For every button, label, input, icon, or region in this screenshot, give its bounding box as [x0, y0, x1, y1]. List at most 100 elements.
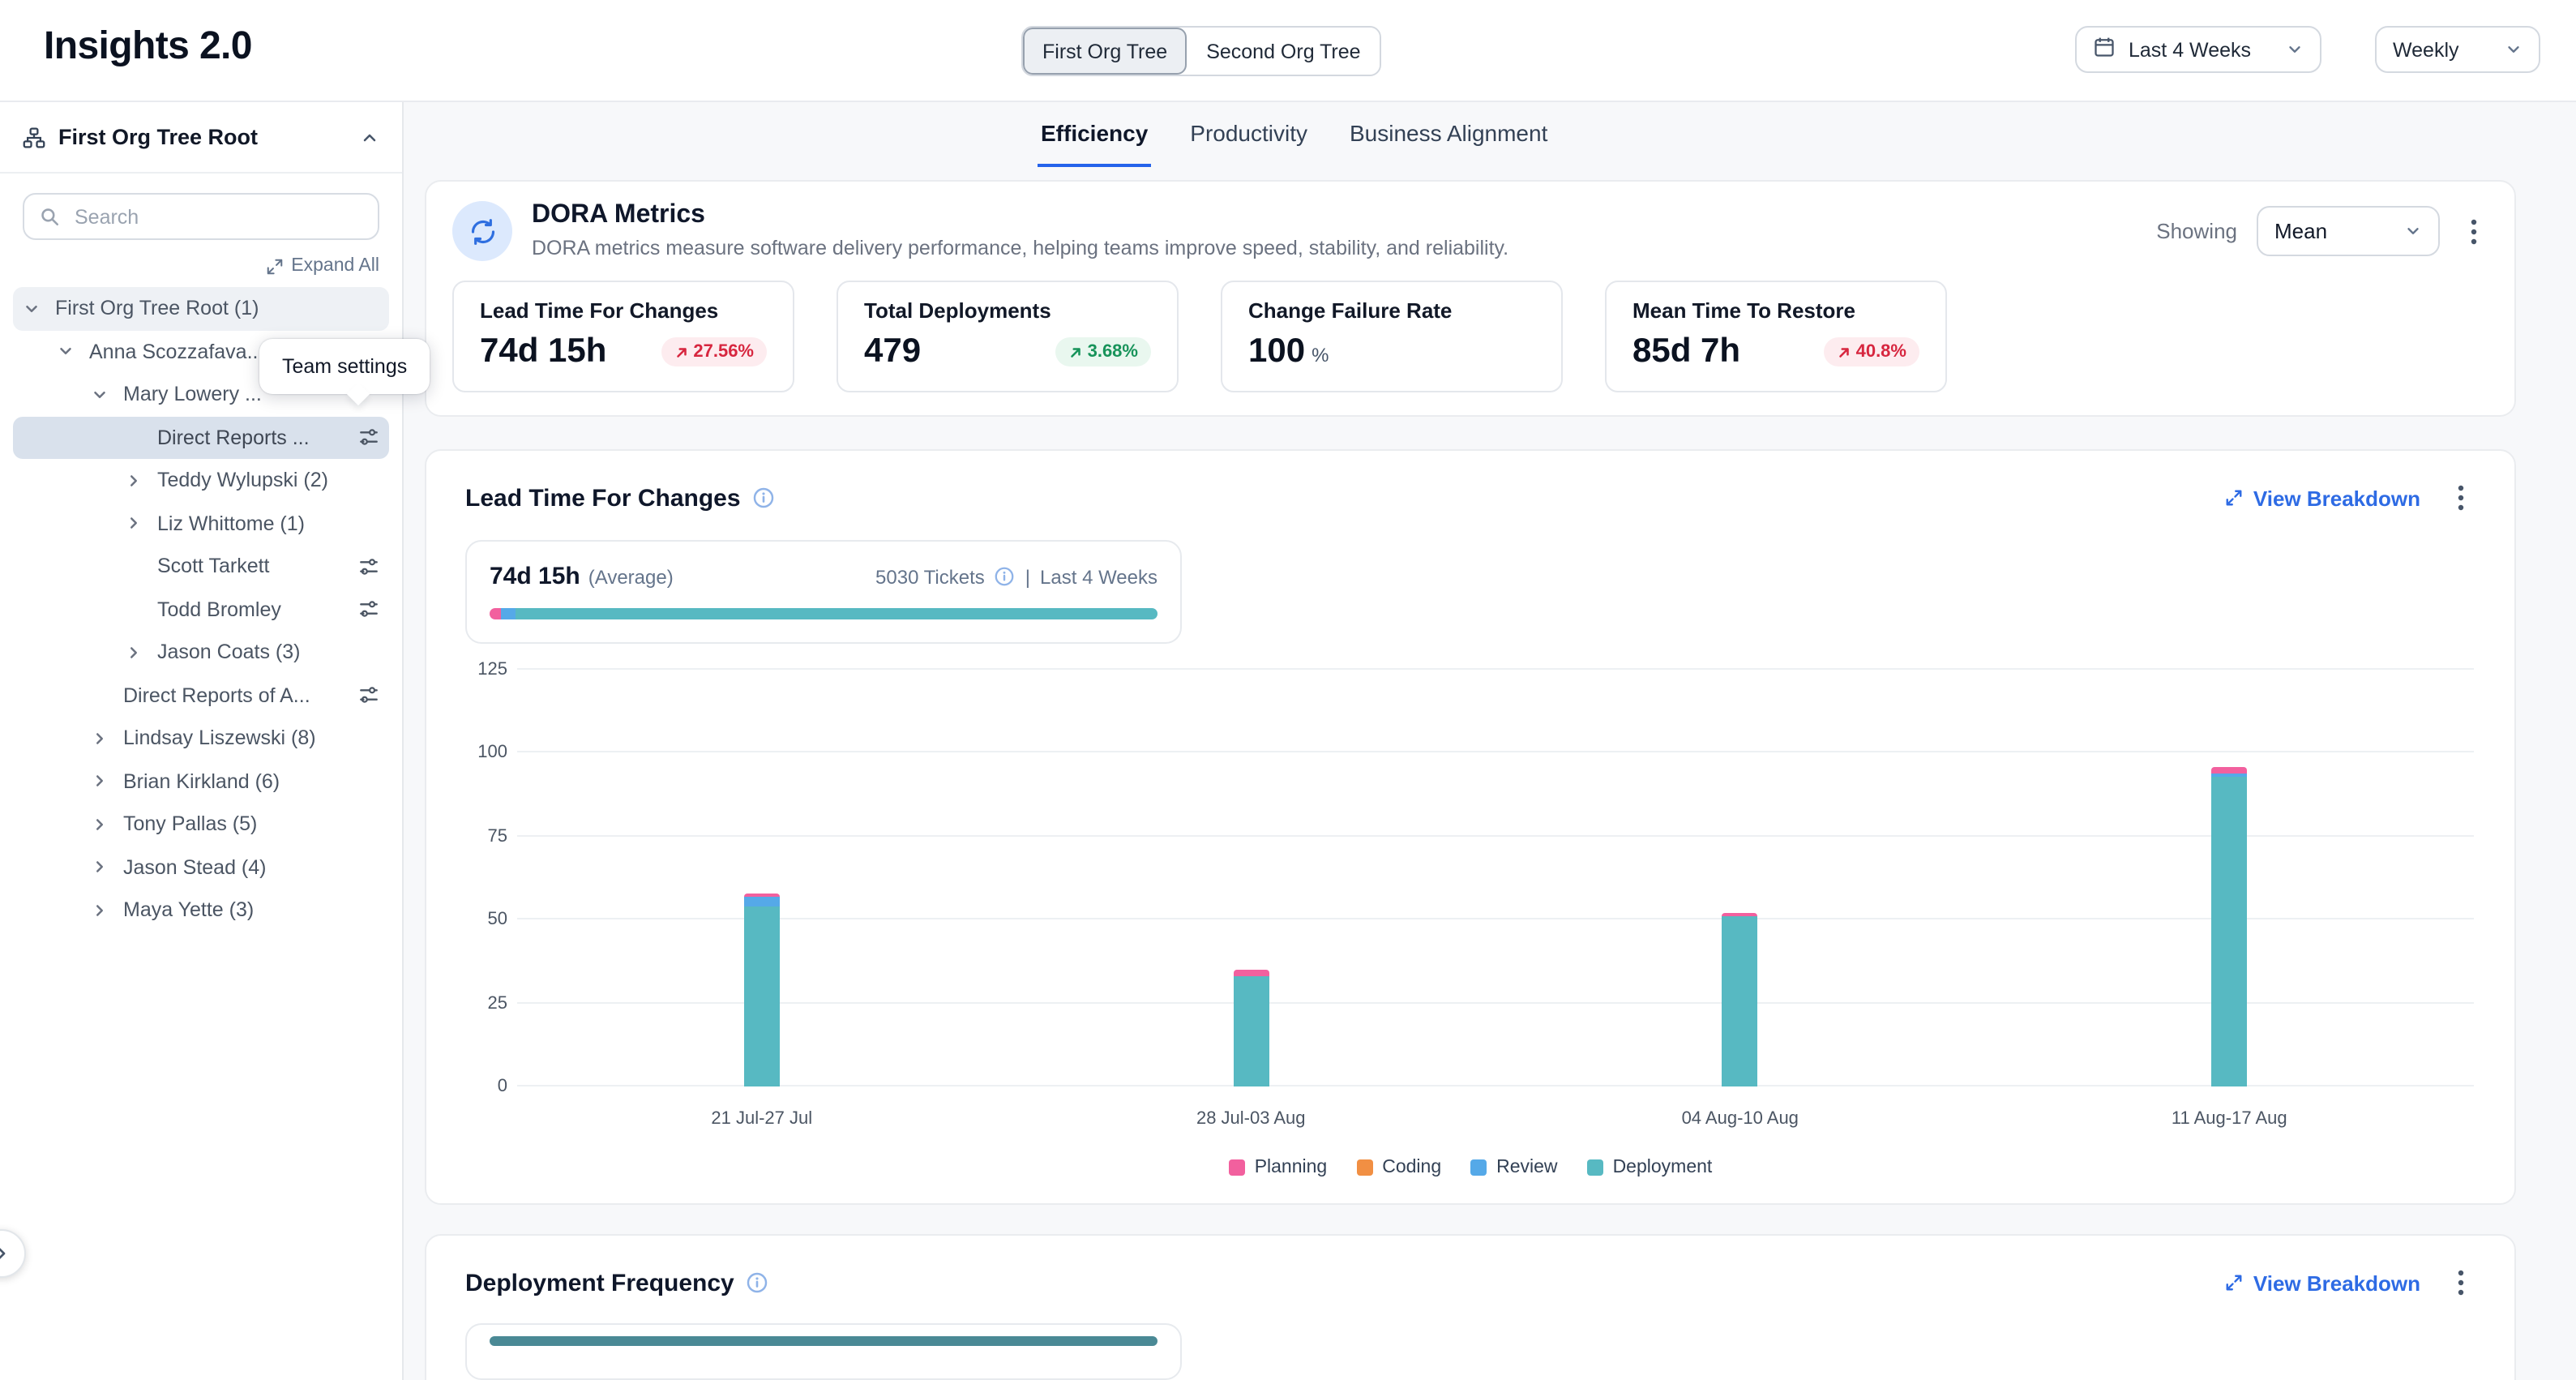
stacked-bar[interactable] [744, 670, 780, 1086]
tree-item[interactable]: Tony Pallas (5) [13, 803, 389, 846]
y-axis-tick-label: 75 [465, 827, 507, 846]
info-icon[interactable] [746, 1271, 768, 1294]
chevron-right-icon[interactable] [91, 859, 123, 876]
chevron-right-icon[interactable] [91, 730, 123, 748]
kebab-menu-icon[interactable] [2446, 478, 2475, 517]
tab-efficiency[interactable]: Efficiency [1038, 102, 1151, 167]
org-hierarchy-icon [23, 126, 45, 148]
tree-indent [23, 566, 125, 568]
chevron-right-icon[interactable] [91, 816, 123, 834]
tree-item-label: Teddy Wylupski (2) [157, 469, 379, 492]
chevron-down-icon[interactable] [23, 300, 55, 318]
trend-up-icon [674, 345, 688, 359]
metric-cards: Lead Time For Changes 74d 15h 27.56% Tot… [452, 281, 2488, 392]
trend-badge: 27.56% [661, 337, 767, 366]
org-tree-toggle-first[interactable]: First Org Tree [1023, 28, 1187, 75]
tab-bar: Efficiency Productivity Business Alignme… [1038, 102, 1551, 167]
chevron-right-icon [0, 1244, 11, 1263]
team-settings-icon[interactable] [358, 599, 379, 620]
info-icon[interactable] [995, 566, 1016, 587]
metric-card-change-failure-rate[interactable]: Change Failure Rate 100 % [1221, 281, 1563, 392]
org-tree-sidebar: First Org Tree Root Expand All First Org… [0, 102, 404, 1380]
gridline [517, 1001, 2474, 1003]
dora-description: DORA metrics measure software delivery p… [532, 237, 1508, 259]
tree-item[interactable]: Brian Kirkland (6) [13, 760, 389, 803]
bar-segment-deployment [744, 906, 780, 1086]
chevron-right-icon[interactable] [125, 472, 157, 490]
tree-item-label: First Org Tree Root (1) [55, 298, 379, 320]
legend-item-deployment[interactable]: Deployment [1587, 1158, 1713, 1177]
time-range-select[interactable]: Last 4 Weeks [2075, 26, 2321, 73]
chevron-down-icon[interactable] [57, 343, 89, 361]
chevron-down-icon[interactable] [91, 386, 123, 404]
kebab-menu-icon[interactable] [2459, 212, 2488, 251]
sidebar-title: First Org Tree Root [58, 125, 347, 149]
y-axis-tick-label: 50 [465, 910, 507, 929]
legend-swatch [1229, 1159, 1245, 1176]
tab-business-alignment[interactable]: Business Alignment [1346, 102, 1551, 167]
summary-bar-deployment [515, 608, 1157, 619]
bar-segment-deployment [2211, 777, 2247, 1086]
tree-item[interactable]: Teddy Wylupski (2) [13, 459, 389, 502]
dora-metrics-panel: DORA Metrics DORA metrics measure softwa… [425, 180, 2516, 417]
search-input[interactable] [71, 204, 363, 229]
stacked-bar[interactable] [1233, 670, 1269, 1086]
tree-indent [23, 351, 57, 353]
org-tree-toggle-second[interactable]: Second Org Tree [1187, 28, 1380, 75]
team-settings-icon[interactable] [358, 685, 379, 706]
chevron-right-icon[interactable] [91, 902, 123, 919]
tree-indent [23, 523, 125, 525]
gridline [517, 835, 2474, 837]
tree-item[interactable]: Lindsay Liszewski (8) [13, 717, 389, 760]
chevron-right-icon[interactable] [125, 644, 157, 662]
metric-card-mean-time-to-restore[interactable]: Mean Time To Restore 85d 7h 40.8% [1605, 281, 1947, 392]
chevron-right-icon[interactable] [91, 773, 123, 791]
tree-indent [23, 781, 91, 782]
team-settings-icon[interactable] [358, 556, 379, 577]
tree-indent [23, 652, 125, 654]
top-controls: Last 4 Weeks Weekly [2075, 26, 2540, 73]
summary-bar-planning [490, 608, 500, 619]
tree-item-label: Jason Stead (4) [123, 856, 379, 879]
metric-card-total-deployments[interactable]: Total Deployments 479 3.68% [837, 281, 1179, 392]
tree-item[interactable]: Todd Bromley [13, 588, 389, 631]
legend-label: Deployment [1613, 1158, 1713, 1177]
tree-item[interactable]: Direct Reports ... [13, 416, 389, 459]
legend-item-coding[interactable]: Coding [1356, 1158, 1441, 1177]
legend-item-review[interactable]: Review [1470, 1158, 1557, 1177]
tree-item[interactable]: Jason Stead (4) [13, 846, 389, 889]
legend-item-planning[interactable]: Planning [1229, 1158, 1328, 1177]
metric-card-lead-time[interactable]: Lead Time For Changes 74d 15h 27.56% [452, 281, 794, 392]
tree-item[interactable]: First Org Tree Root (1) [13, 287, 389, 330]
stacked-bar[interactable] [1722, 670, 1758, 1086]
stacked-bar[interactable] [2211, 670, 2247, 1086]
tree-item[interactable]: Maya Yette (3) [13, 889, 389, 932]
deployment-frequency-card: Deployment Frequency View Breakdown [425, 1234, 2516, 1380]
summary-range: Last 4 Weeks [1040, 565, 1157, 588]
info-icon[interactable] [752, 486, 775, 509]
chevron-up-icon[interactable] [360, 127, 379, 147]
tab-productivity[interactable]: Productivity [1187, 102, 1311, 167]
tree-item[interactable]: Scott Tarkett [13, 545, 389, 588]
tree-item[interactable]: Jason Coats (3) [13, 631, 389, 674]
sidebar-search[interactable] [23, 193, 379, 240]
metric-value: 85d 7h [1632, 332, 1740, 371]
app-title: Insights 2.0 [44, 24, 252, 70]
kebab-menu-icon[interactable] [2446, 1263, 2475, 1302]
dora-icon [452, 201, 512, 261]
chevron-right-icon[interactable] [125, 515, 157, 533]
tree-item[interactable]: Liz Whittome (1) [13, 502, 389, 545]
view-breakdown-button[interactable]: View Breakdown [2224, 486, 2420, 510]
tree-item[interactable]: Direct Reports of A... [13, 674, 389, 717]
view-breakdown-button[interactable]: View Breakdown [2224, 1271, 2420, 1295]
metric-title: Total Deployments [864, 298, 1151, 323]
tree-indent [23, 867, 91, 868]
tree-item-label: Tony Pallas (5) [123, 813, 379, 836]
granularity-select[interactable]: Weekly [2375, 26, 2540, 73]
summary-separator: | [1025, 565, 1030, 588]
aggregation-select[interactable]: Mean [2257, 206, 2440, 256]
expand-all-button[interactable]: Expand All [23, 256, 379, 276]
lead-time-chart: 0255075100125 21 Jul-27 Jul28 Jul-03 Aug… [465, 670, 2475, 1177]
tree-indent [23, 394, 91, 396]
team-settings-icon[interactable] [358, 427, 379, 448]
